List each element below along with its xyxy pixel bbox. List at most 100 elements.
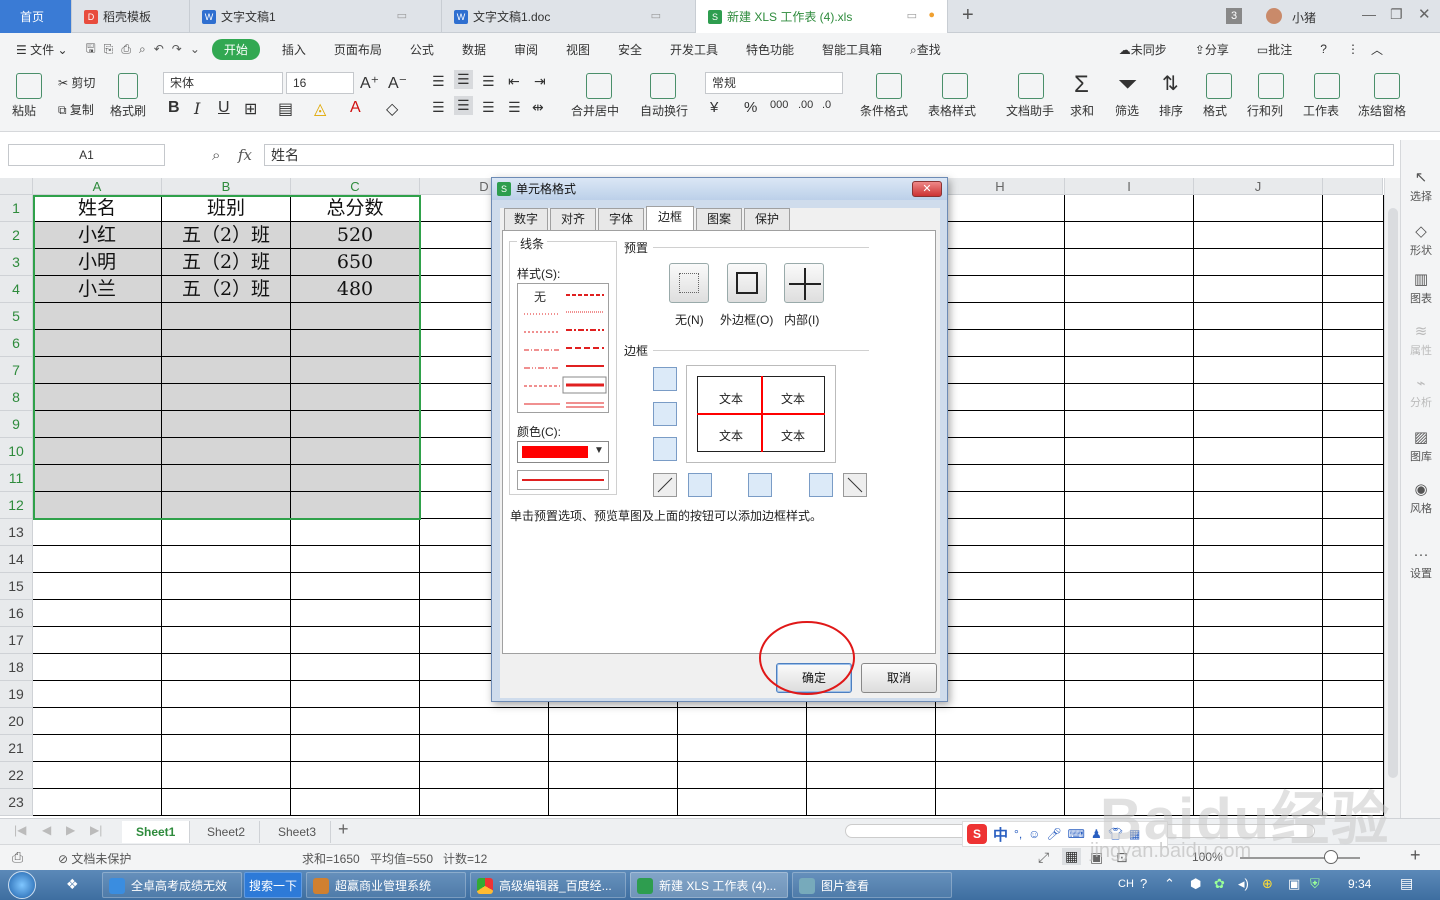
row-header[interactable]: 20: [0, 708, 33, 735]
cell[interactable]: [1194, 519, 1323, 546]
tray-notification-icon[interactable]: ▤: [1400, 875, 1413, 892]
row-header[interactable]: 10: [0, 438, 33, 465]
cell[interactable]: [936, 519, 1065, 546]
cell[interactable]: [162, 627, 291, 654]
cell[interactable]: [162, 762, 291, 789]
cell[interactable]: [1065, 573, 1194, 600]
doc-assist-icon[interactable]: [1018, 73, 1044, 99]
row-header[interactable]: 3: [0, 249, 33, 276]
vertical-scrollbar[interactable]: [1384, 178, 1400, 818]
cell[interactable]: [1194, 546, 1323, 573]
cell[interactable]: [162, 384, 291, 411]
cell[interactable]: [162, 546, 291, 573]
row-header[interactable]: 23: [0, 789, 33, 816]
redo-icon[interactable]: ↷: [168, 42, 186, 56]
cell[interactable]: [162, 735, 291, 762]
share-button[interactable]: ⇪分享: [1181, 41, 1243, 58]
cell[interactable]: [1194, 573, 1323, 600]
quick-launch-icon[interactable]: ❖: [66, 876, 79, 893]
wrap-icon[interactable]: [650, 73, 676, 99]
row-header[interactable]: 19: [0, 681, 33, 708]
cell[interactable]: [1194, 276, 1323, 303]
line-color-select[interactable]: ▼: [517, 441, 609, 463]
cell[interactable]: [1323, 735, 1384, 762]
cell[interactable]: [1065, 195, 1194, 222]
number-format-select[interactable]: 常规: [705, 72, 843, 94]
cell[interactable]: [162, 519, 291, 546]
cell[interactable]: 五（2）班: [162, 222, 291, 249]
line-style-list[interactable]: 无: [517, 283, 609, 413]
cell[interactable]: [420, 735, 549, 762]
cell[interactable]: [1194, 708, 1323, 735]
cell[interactable]: [1065, 492, 1194, 519]
cell[interactable]: [807, 708, 936, 735]
name-box[interactable]: A1: [8, 144, 165, 166]
align-top-icon[interactable]: ☰: [432, 73, 445, 90]
cell[interactable]: [936, 492, 1065, 519]
cell[interactable]: [549, 735, 678, 762]
panel-properties[interactable]: ≋ 属性: [1401, 322, 1440, 358]
cell[interactable]: [1194, 195, 1323, 222]
align-center-icon[interactable]: ☰: [454, 96, 473, 115]
mic-icon[interactable]: 🎤︎: [1046, 827, 1061, 841]
cell[interactable]: [936, 303, 1065, 330]
merge-icon[interactable]: [586, 73, 612, 99]
cell[interactable]: [33, 600, 162, 627]
row-header[interactable]: 2: [0, 222, 33, 249]
add-sheet-icon[interactable]: +: [338, 819, 349, 840]
undo-icon[interactable]: ↶: [150, 42, 168, 56]
menu-developer[interactable]: 开发工具: [656, 41, 732, 58]
monitor-icon[interactable]: ▭: [397, 9, 407, 22]
row-header[interactable]: 9: [0, 411, 33, 438]
cell[interactable]: [1065, 303, 1194, 330]
cell[interactable]: [1323, 357, 1384, 384]
cell[interactable]: 班别: [162, 195, 291, 222]
cell[interactable]: [33, 465, 162, 492]
prev-sheet-icon[interactable]: ◀: [42, 823, 51, 837]
cancel-button[interactable]: 取消: [861, 663, 937, 693]
table-style-icon[interactable]: [942, 73, 968, 99]
col-header-b[interactable]: B: [162, 178, 291, 195]
zoom-slider[interactable]: [1240, 857, 1360, 859]
normal-view-icon[interactable]: ▦: [1062, 848, 1082, 865]
cell[interactable]: [33, 762, 162, 789]
cell[interactable]: [162, 303, 291, 330]
cell[interactable]: [1065, 519, 1194, 546]
cell[interactable]: 小红: [33, 222, 162, 249]
row-header[interactable]: 17: [0, 627, 33, 654]
new-tab-plus-icon[interactable]: +: [962, 4, 974, 27]
filter-button[interactable]: 筛选: [1115, 102, 1139, 119]
row-header[interactable]: 6: [0, 330, 33, 357]
cell[interactable]: [1323, 438, 1384, 465]
worksheet-icon[interactable]: [1314, 73, 1340, 99]
cell[interactable]: [1065, 600, 1194, 627]
panel-chart[interactable]: ▥ 图表: [1401, 270, 1440, 306]
row-header[interactable]: 1: [0, 195, 33, 222]
border-bottom-button[interactable]: [653, 437, 677, 461]
collapse-ribbon-icon[interactable]: ︿: [1365, 41, 1389, 58]
tab-alignment[interactable]: 对齐: [550, 208, 596, 230]
cell[interactable]: [1194, 600, 1323, 627]
cell[interactable]: [33, 492, 162, 519]
first-sheet-icon[interactable]: |◀: [14, 823, 26, 837]
punct-icon[interactable]: °,: [1014, 827, 1022, 841]
more-icon[interactable]: ⋮: [1341, 42, 1365, 56]
cell[interactable]: [936, 735, 1065, 762]
tab-docer[interactable]: D 稻壳模板: [72, 0, 190, 33]
cell[interactable]: [1323, 411, 1384, 438]
cell[interactable]: [1194, 249, 1323, 276]
cell[interactable]: 姓名: [33, 195, 162, 222]
bold-icon[interactable]: B: [168, 99, 180, 117]
cell[interactable]: [33, 438, 162, 465]
cell[interactable]: [936, 357, 1065, 384]
row-header[interactable]: 16: [0, 600, 33, 627]
cell[interactable]: [936, 681, 1065, 708]
tab-protection[interactable]: 保护: [744, 208, 790, 230]
cell[interactable]: [1323, 249, 1384, 276]
format-painter-button[interactable]: 格式刷: [110, 102, 146, 119]
row-header[interactable]: 13: [0, 519, 33, 546]
cell[interactable]: [549, 708, 678, 735]
cell[interactable]: [1065, 546, 1194, 573]
align-right-icon[interactable]: ☰: [482, 99, 495, 116]
cell[interactable]: [291, 681, 420, 708]
